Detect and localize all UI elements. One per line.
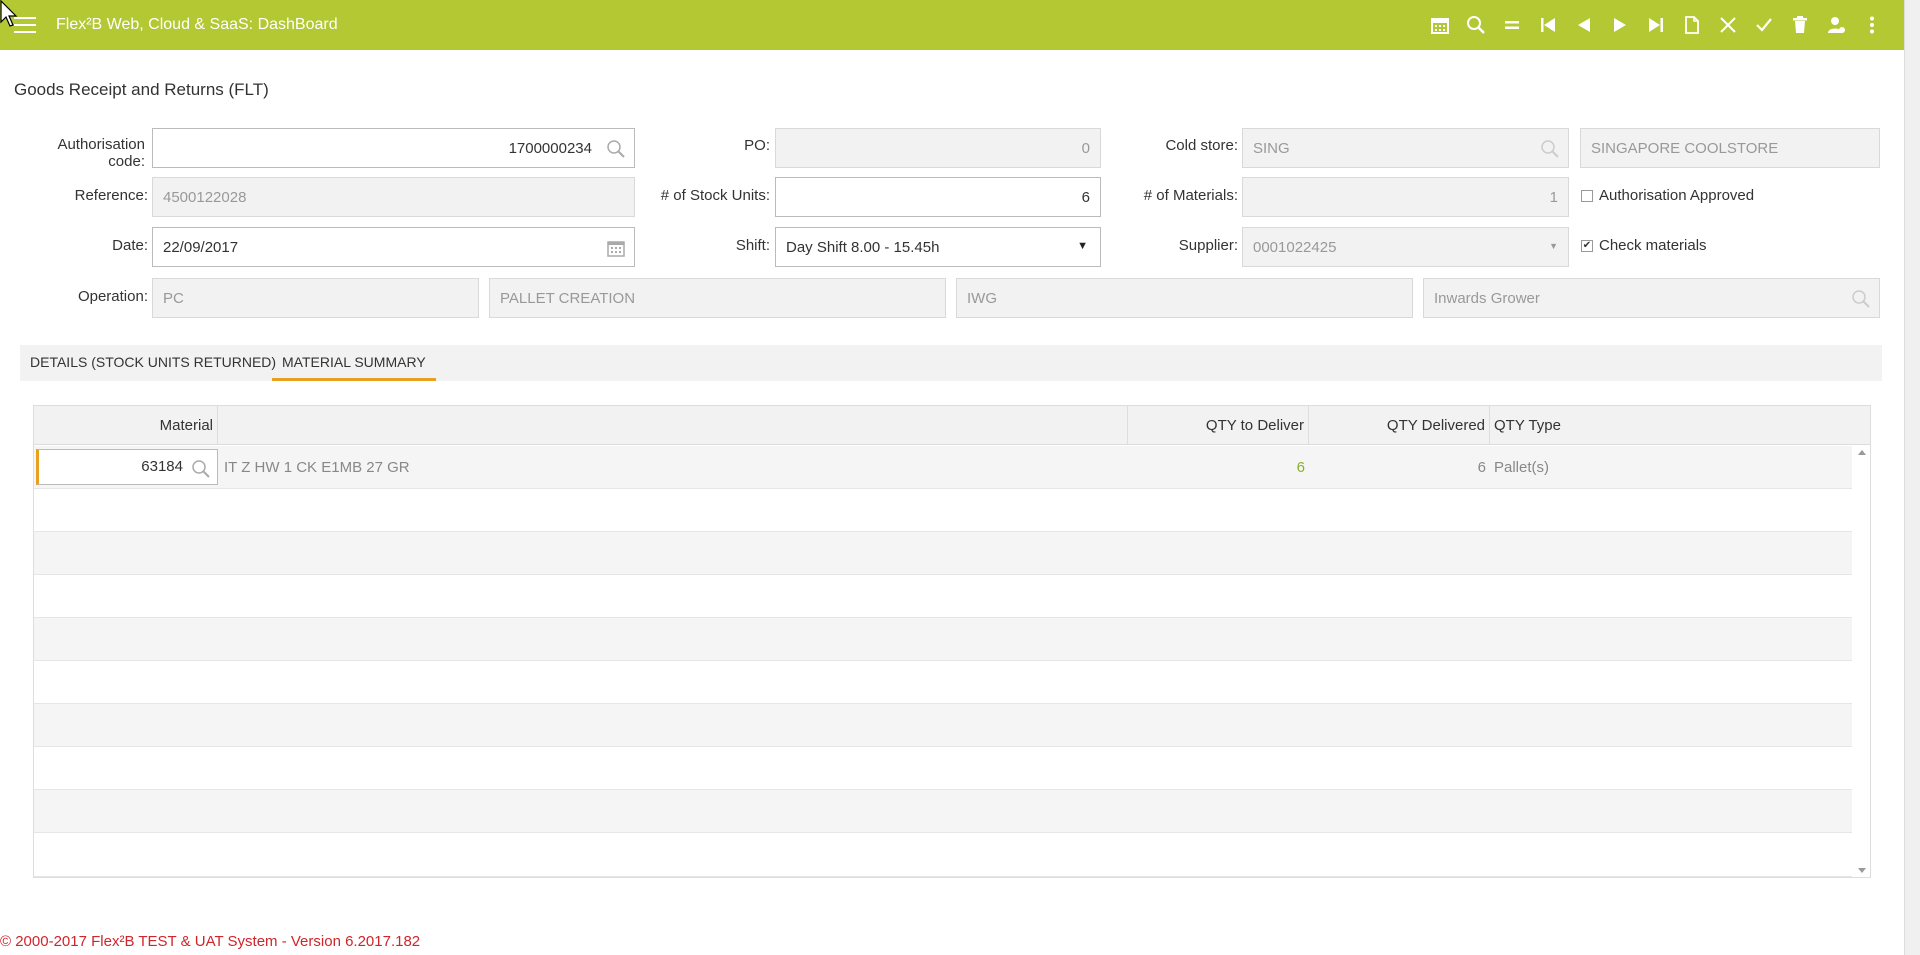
- qty-type: Pallet(s): [1494, 459, 1550, 476]
- shift-select[interactable]: Day Shift 8.00 - 15.45h ▼: [775, 227, 1101, 267]
- tab-material-summary[interactable]: MATERIAL SUMMARY: [272, 345, 436, 381]
- shift-label: Shift:: [735, 237, 770, 254]
- dropdown-arrow-icon[interactable]: ▼: [1549, 241, 1558, 251]
- shift-value: Day Shift 8.00 - 15.45h: [786, 238, 940, 256]
- table-row[interactable]: [34, 704, 1852, 747]
- check-icon[interactable]: [1746, 0, 1782, 50]
- next-record-icon[interactable]: [1602, 0, 1638, 50]
- table-row[interactable]: [34, 489, 1852, 532]
- supplier-value: 0001022425: [1253, 238, 1337, 256]
- grid-scrollbar[interactable]: [1854, 446, 1870, 877]
- qty-to-deliver: 6: [1296, 459, 1305, 476]
- date-value: 22/09/2017: [163, 238, 239, 256]
- column-header-description[interactable]: [218, 406, 1128, 445]
- column-header-qty-to-deliver[interactable]: QTY to Deliver: [1128, 406, 1309, 445]
- table-row[interactable]: 63184 IT Z HW 1 CK E1MB 27 GR 6 6 Pallet…: [34, 446, 1852, 489]
- check-materials-label: Check materials: [1599, 237, 1707, 254]
- check-materials-checkbox[interactable]: ✔: [1581, 239, 1593, 252]
- tab-details[interactable]: DETAILS (STOCK UNITS RETURNED): [20, 345, 286, 381]
- search-icon[interactable]: [1851, 289, 1871, 309]
- materials-count-field: 1: [1242, 177, 1569, 217]
- cold-store-label: Cold store:: [1165, 137, 1238, 154]
- auth-approved-label: Authorisation Approved: [1599, 187, 1755, 204]
- equals-icon[interactable]: [1494, 0, 1530, 50]
- previous-record-icon[interactable]: [1566, 0, 1602, 50]
- top-bar: Flex²B Web, Cloud & SaaS: DashBoard: [0, 0, 1904, 50]
- table-row[interactable]: [34, 833, 1852, 877]
- scroll-up-icon[interactable]: [1858, 450, 1866, 455]
- new-document-icon[interactable]: [1674, 0, 1710, 50]
- material-input[interactable]: 63184: [36, 449, 218, 485]
- table-row[interactable]: [34, 747, 1852, 790]
- cold-store-code: SING: [1253, 139, 1290, 157]
- table-row[interactable]: [34, 532, 1852, 575]
- first-record-icon[interactable]: [1530, 0, 1566, 50]
- search-icon[interactable]: [1540, 139, 1560, 159]
- operation-name-field: PALLET CREATION: [489, 278, 946, 318]
- operation-type-name-field: Inwards Grower: [1423, 278, 1880, 318]
- more-vertical-icon[interactable]: [1854, 0, 1890, 50]
- table-row[interactable]: [34, 618, 1852, 661]
- cold-store-name-field: SINGAPORE COOLSTORE: [1580, 128, 1880, 168]
- date-label: Date:: [112, 237, 148, 254]
- material-description: IT Z HW 1 CK E1MB 27 GR: [224, 459, 410, 476]
- stock-units-label: # of Stock Units:: [660, 187, 770, 204]
- reference-field: 4500122028: [152, 177, 635, 217]
- column-header-material[interactable]: Material: [34, 406, 218, 445]
- materials-count-label: # of Materials:: [1143, 187, 1238, 204]
- user-icon[interactable]: [1818, 0, 1854, 50]
- auth-code-value: 1700000234: [508, 139, 592, 157]
- reference-label: Reference:: [74, 187, 148, 204]
- material-code: 63184: [141, 458, 183, 475]
- auth-approved-checkbox-row[interactable]: Authorisation Approved: [1581, 187, 1754, 204]
- dropdown-arrow-icon[interactable]: ▼: [1077, 240, 1088, 252]
- table-row[interactable]: [34, 575, 1852, 618]
- search-icon[interactable]: [1458, 0, 1494, 50]
- app-title: Flex²B Web, Cloud & SaaS: DashBoard: [56, 16, 338, 33]
- grid-header: Material QTY to Deliver QTY Delivered QT…: [34, 406, 1870, 445]
- page-scrollbar[interactable]: [1904, 0, 1920, 955]
- supplier-label: Supplier:: [1178, 237, 1238, 254]
- operation-label: Operation:: [77, 288, 148, 305]
- table-row[interactable]: [34, 661, 1852, 704]
- table-row[interactable]: [34, 790, 1852, 833]
- qty-delivered: 6: [1477, 459, 1486, 476]
- tab-bar: DETAILS (STOCK UNITS RETURNED) MATERIAL …: [20, 345, 1882, 381]
- operation-type-name: Inwards Grower: [1434, 289, 1540, 307]
- close-icon[interactable]: [1710, 0, 1746, 50]
- mouse-cursor-icon: [0, 0, 18, 27]
- date-input[interactable]: 22/09/2017: [152, 227, 635, 267]
- auth-code-label: Authorisation code:: [57, 136, 145, 170]
- auth-code-input[interactable]: 1700000234: [152, 128, 635, 168]
- stock-units-input[interactable]: 6: [775, 177, 1101, 217]
- column-header-qty-delivered[interactable]: QTY Delivered: [1309, 406, 1490, 445]
- po-label: PO:: [744, 137, 770, 154]
- calendar-icon[interactable]: [1422, 0, 1458, 50]
- check-materials-checkbox-row[interactable]: ✔ Check materials: [1581, 237, 1707, 254]
- toolbar: [1422, 0, 1890, 50]
- footer-copyright: © 2000-2017 Flex²B TEST & UAT System - V…: [0, 933, 421, 950]
- search-icon[interactable]: [606, 139, 626, 159]
- column-header-qty-type[interactable]: QTY Type: [1490, 406, 1870, 445]
- operation-type-code-field: IWG: [956, 278, 1413, 318]
- last-record-icon[interactable]: [1638, 0, 1674, 50]
- search-icon[interactable]: [191, 458, 211, 478]
- material-summary-grid: Material QTY to Deliver QTY Delivered QT…: [33, 405, 1871, 878]
- delete-icon[interactable]: [1782, 0, 1818, 50]
- supplier-select[interactable]: 0001022425 ▼: [1242, 227, 1569, 267]
- po-field: 0: [775, 128, 1101, 168]
- auth-approved-checkbox[interactable]: [1581, 189, 1593, 202]
- cold-store-code-field: SING: [1242, 128, 1569, 168]
- scroll-down-icon[interactable]: [1858, 868, 1866, 873]
- operation-code-field: PC: [152, 278, 479, 318]
- calendar-icon[interactable]: [606, 238, 626, 258]
- page-title: Goods Receipt and Returns (FLT): [14, 80, 269, 99]
